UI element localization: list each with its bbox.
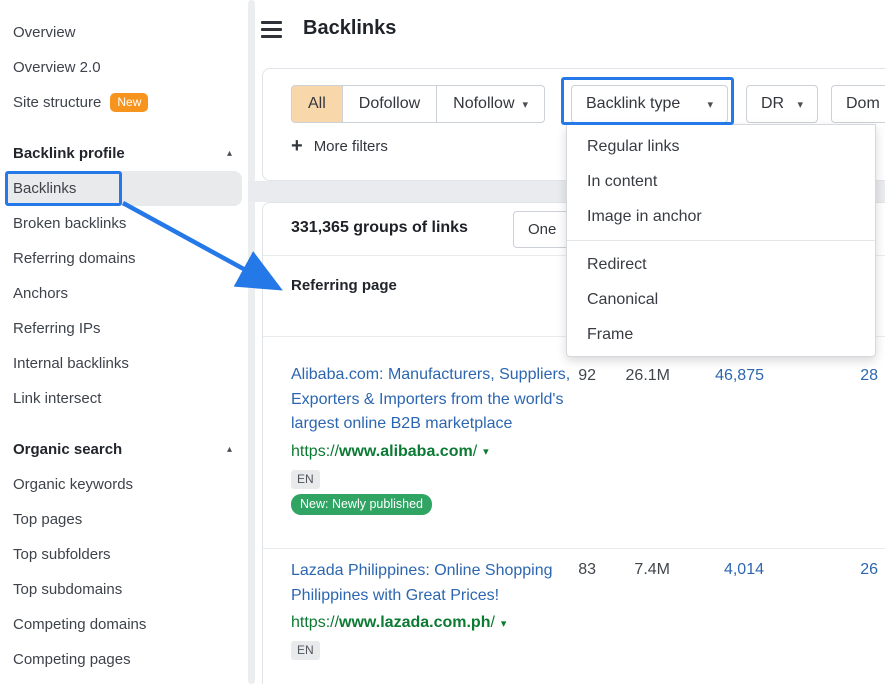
table-row: Alibaba.com: Manufacturers, Suppliers, E… bbox=[263, 337, 885, 549]
url-domain: www.lazada.com.ph bbox=[339, 614, 490, 632]
menu-item-canonical[interactable]: Canonical bbox=[567, 282, 875, 317]
backlink-type-dropdown: Regular links In content Image in anchor… bbox=[566, 124, 876, 357]
referring-page-cell: Alibaba.com: Manufacturers, Suppliers, E… bbox=[291, 363, 571, 515]
url-path: / bbox=[490, 614, 494, 632]
language-badge: EN bbox=[291, 641, 320, 660]
menu-item-redirect[interactable]: Redirect bbox=[567, 247, 875, 282]
backlink-type-filter-button[interactable]: Backlink type ▾ bbox=[571, 85, 728, 123]
referring-page-url: https://www.alibaba.com/ ▾ bbox=[291, 440, 571, 464]
domain-filter-button[interactable]: Dom bbox=[831, 85, 885, 123]
menu-item-image-in-anchor[interactable]: Image in anchor bbox=[567, 199, 875, 234]
sidebar-section-backlink-profile[interactable]: Backlink profile ▴ bbox=[0, 136, 246, 171]
url-caret-down-icon[interactable]: ▾ bbox=[483, 445, 489, 458]
follow-filter-segmented-control: All Dofollow Nofollow ▾ bbox=[291, 85, 545, 123]
sidebar-item-label: Broken backlinks bbox=[13, 215, 126, 232]
filter-dofollow-button[interactable]: Dofollow bbox=[342, 85, 437, 123]
caret-down-icon: ▾ bbox=[797, 98, 803, 111]
url-scheme: https:// bbox=[291, 443, 339, 461]
sidebar-item-label: Top subfolders bbox=[13, 546, 111, 563]
sidebar-item-overview[interactable]: Overview bbox=[0, 15, 246, 50]
sidebar-item-top-pages[interactable]: Top pages bbox=[0, 502, 246, 537]
page-title: Backlinks bbox=[303, 17, 396, 40]
dr-label: DR bbox=[761, 95, 784, 113]
caret-down-icon: ▾ bbox=[707, 98, 713, 111]
sidebar-item-label: Overview 2.0 bbox=[13, 59, 101, 76]
sidebar-item-link-intersect[interactable]: Link intersect bbox=[0, 381, 246, 416]
sidebar-item-referring-ips[interactable]: Referring IPs bbox=[0, 311, 246, 346]
sidebar-item-label: Competing domains bbox=[13, 616, 146, 633]
referring-page-column-header: Referring page bbox=[291, 277, 397, 294]
collapse-up-icon: ▴ bbox=[227, 444, 232, 455]
menu-icon[interactable] bbox=[261, 21, 282, 38]
sidebar-item-label: Link intersect bbox=[13, 390, 101, 407]
sidebar-item-site-structure[interactable]: Site structure New bbox=[0, 85, 246, 120]
plus-icon: + bbox=[291, 136, 303, 156]
metric-value: 83 bbox=[548, 561, 596, 579]
url-path: / bbox=[473, 443, 477, 461]
backlinks-page: Overview Overview 2.0 Site structure New… bbox=[0, 0, 885, 684]
sidebar-item-label: Competing pages bbox=[13, 651, 131, 668]
sidebar-item-label: Internal backlinks bbox=[13, 355, 129, 372]
sidebar-item-backlinks[interactable]: Backlinks bbox=[6, 171, 242, 206]
sidebar: Overview Overview 2.0 Site structure New… bbox=[0, 0, 246, 684]
table-row: Lazada Philippines: Online Shopping Phil… bbox=[263, 549, 885, 684]
filter-all-button[interactable]: All bbox=[291, 85, 343, 123]
metric-link[interactable]: 28 bbox=[798, 367, 878, 385]
sidebar-item-label: Anchors bbox=[13, 285, 68, 302]
sidebar-item-label: Top subdomains bbox=[13, 581, 122, 598]
filter-nofollow-label: Nofollow bbox=[453, 95, 514, 113]
sidebar-scrollbar[interactable] bbox=[248, 0, 255, 684]
referring-page-url: https://www.lazada.com.ph/ ▾ bbox=[291, 611, 571, 635]
newly-published-badge: New: Newly published bbox=[291, 494, 432, 515]
caret-down-icon: ▾ bbox=[523, 98, 529, 111]
menu-item-frame[interactable]: Frame bbox=[567, 317, 875, 352]
backlink-type-label: Backlink type bbox=[586, 95, 680, 113]
more-filters-label: More filters bbox=[314, 138, 388, 155]
sidebar-item-referring-domains[interactable]: Referring domains bbox=[0, 241, 246, 276]
collapse-up-icon: ▴ bbox=[227, 148, 232, 159]
metric-link[interactable]: 4,014 bbox=[684, 561, 764, 579]
sidebar-item-anchors[interactable]: Anchors bbox=[0, 276, 246, 311]
sidebar-item-label: Referring IPs bbox=[13, 320, 101, 337]
metric-link[interactable]: 46,875 bbox=[684, 367, 764, 385]
sidebar-item-label: Overview bbox=[13, 24, 76, 41]
url-scheme: https:// bbox=[291, 614, 339, 632]
sidebar-section-label: Organic search bbox=[13, 441, 122, 458]
referring-page-title-link[interactable]: Lazada Philippines: Online Shopping Phil… bbox=[291, 559, 571, 608]
sidebar-item-label: Top pages bbox=[13, 511, 82, 528]
url-caret-down-icon[interactable]: ▾ bbox=[501, 617, 507, 630]
domain-label: Dom bbox=[846, 95, 880, 113]
menu-item-in-content[interactable]: In content bbox=[567, 164, 875, 199]
url-domain: www.alibaba.com bbox=[339, 443, 473, 461]
sidebar-item-broken-backlinks[interactable]: Broken backlinks bbox=[0, 206, 246, 241]
metric-value: 92 bbox=[548, 367, 596, 385]
results-count: 331,365 groups of links bbox=[291, 219, 468, 237]
referring-page-cell: Lazada Philippines: Online Shopping Phil… bbox=[291, 559, 571, 660]
sidebar-section-organic-search[interactable]: Organic search ▴ bbox=[0, 432, 246, 467]
menu-item-regular-links[interactable]: Regular links bbox=[567, 129, 875, 164]
dr-filter-button[interactable]: DR ▾ bbox=[746, 85, 818, 123]
metric-value: 26.1M bbox=[608, 367, 670, 385]
sidebar-item-competing-domains[interactable]: Competing domains bbox=[0, 607, 246, 642]
sidebar-item-top-subdomains[interactable]: Top subdomains bbox=[0, 572, 246, 607]
sidebar-item-overview-2[interactable]: Overview 2.0 bbox=[0, 50, 246, 85]
metric-link[interactable]: 26 bbox=[798, 561, 878, 579]
sidebar-item-label: Referring domains bbox=[13, 250, 136, 267]
sidebar-item-organic-keywords[interactable]: Organic keywords bbox=[0, 467, 246, 502]
more-filters-button[interactable]: + More filters bbox=[291, 135, 388, 157]
language-badge: EN bbox=[291, 470, 320, 489]
sidebar-item-competing-pages[interactable]: Competing pages bbox=[0, 642, 246, 677]
filter-nofollow-button[interactable]: Nofollow ▾ bbox=[436, 85, 545, 123]
sidebar-section-label: Backlink profile bbox=[13, 145, 125, 162]
sidebar-item-label: Site structure bbox=[13, 94, 101, 111]
new-badge: New bbox=[110, 93, 148, 112]
referring-page-title-link[interactable]: Alibaba.com: Manufacturers, Suppliers, E… bbox=[291, 363, 571, 437]
menu-divider bbox=[567, 240, 875, 241]
sidebar-item-label: Organic keywords bbox=[13, 476, 133, 493]
sidebar-item-internal-backlinks[interactable]: Internal backlinks bbox=[0, 346, 246, 381]
sidebar-item-label: Backlinks bbox=[13, 180, 76, 197]
sidebar-item-top-subfolders[interactable]: Top subfolders bbox=[0, 537, 246, 572]
metric-value: 7.4M bbox=[608, 561, 670, 579]
